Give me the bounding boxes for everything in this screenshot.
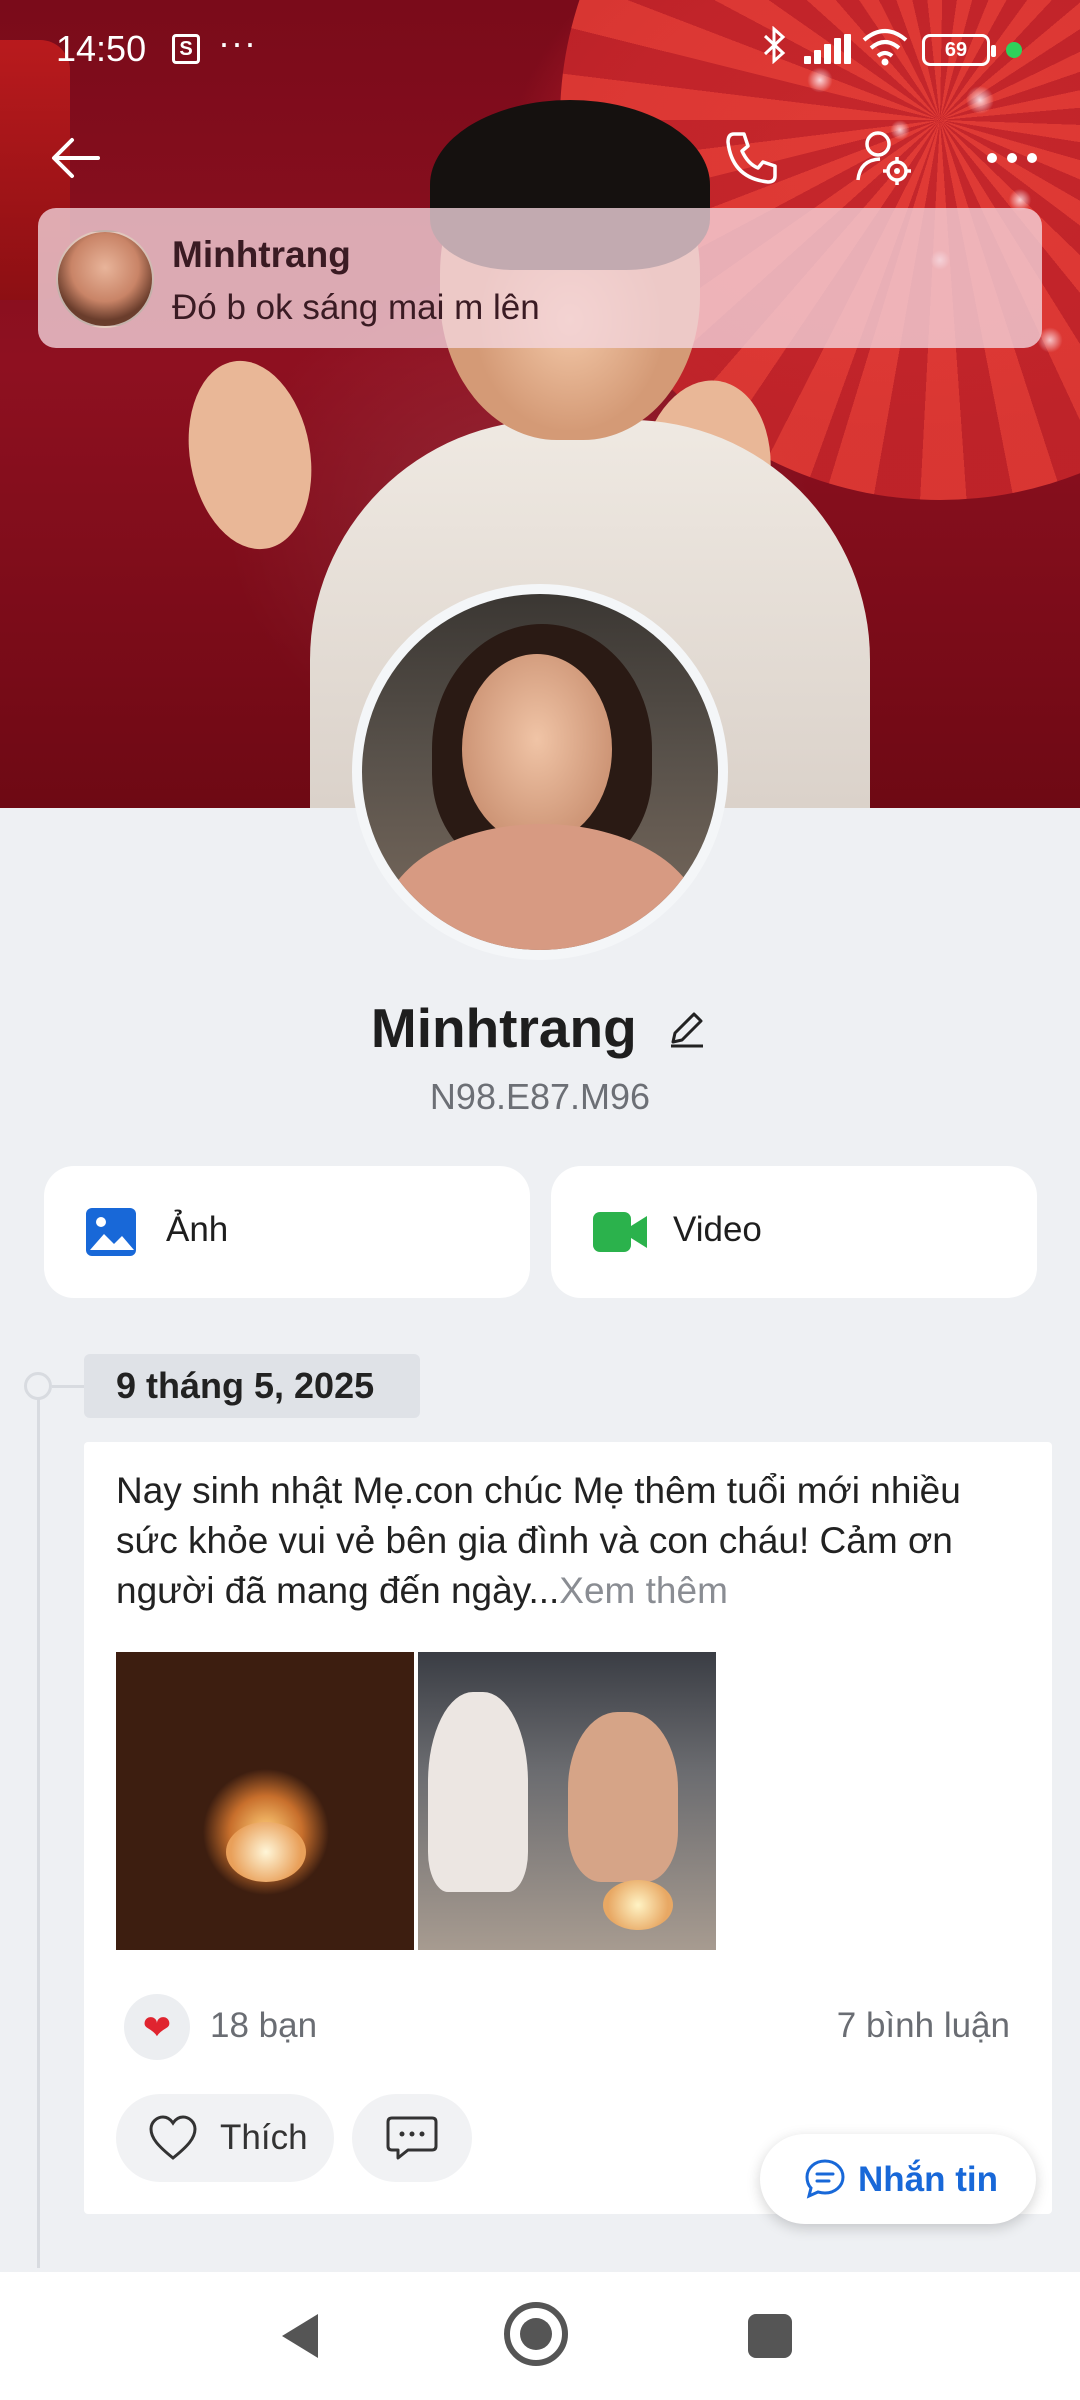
profile-avatar[interactable] — [352, 584, 728, 960]
videos-label: Video — [673, 1210, 762, 1249]
send-message-label: Nhắn tin — [858, 2160, 998, 2199]
more-notifications-icon: ··· — [218, 22, 257, 63]
profile-name: Minhtrang — [370, 997, 637, 1059]
birthday-cake — [226, 1822, 306, 1882]
photo-person-kid — [568, 1712, 678, 1882]
see-more-link[interactable]: Xem thêm — [559, 1570, 728, 1611]
post-photo-2[interactable] — [418, 1652, 716, 1950]
notification-message: Đó b ok sáng mai m lên — [172, 288, 540, 327]
post-stats-row: ❤ 18 bạn 7 bình luận — [84, 1990, 1052, 2062]
active-dot-icon — [1006, 42, 1022, 58]
nav-back-icon[interactable] — [278, 2310, 322, 2362]
image-icon — [84, 1206, 138, 1258]
avatar-shirt — [382, 824, 702, 950]
comment-count[interactable]: 7 bình luận — [837, 2006, 1010, 2046]
heart-reaction-icon[interactable]: ❤ — [124, 1994, 190, 2060]
nav-home-icon[interactable] — [504, 2302, 568, 2366]
comment-button[interactable] — [352, 2094, 472, 2182]
back-arrow-icon[interactable] — [44, 126, 108, 190]
birthday-cake — [603, 1880, 673, 1930]
post-card: Nay sinh nhật Mẹ.con chúc Mẹ thêm tuổi m… — [84, 1442, 1052, 2214]
cover-hand-left — [174, 351, 326, 559]
post-date: 9 tháng 5, 2025 — [84, 1354, 420, 1418]
signal-icon — [804, 34, 851, 64]
video-camera-icon — [591, 1206, 647, 1258]
notification-sender: Minhtrang — [172, 234, 351, 275]
timeline-dot — [24, 1372, 52, 1400]
timeline-connector — [52, 1385, 84, 1388]
bluetooth-icon — [762, 25, 788, 73]
profile-handle: N98.E87.M96 — [429, 1076, 651, 1117]
reaction-count[interactable]: 18 bạn — [210, 2006, 317, 2046]
post-text[interactable]: Nay sinh nhật Mẹ.con chúc Mẹ thêm tuổi m… — [116, 1466, 1026, 1616]
photo-person-woman — [428, 1692, 528, 1892]
edit-pencil-icon[interactable] — [665, 1006, 709, 1050]
send-message-button[interactable]: Nhắn tin — [760, 2134, 1036, 2224]
avatar-face — [462, 654, 612, 844]
status-time: 14:50 — [56, 28, 147, 69]
photos-label: Ảnh — [166, 1210, 229, 1249]
phone-call-icon[interactable] — [718, 126, 782, 190]
user-settings-icon[interactable] — [852, 126, 916, 190]
timeline-line — [37, 1388, 40, 2268]
like-button[interactable]: Thích — [116, 2094, 334, 2182]
nav-recents-icon[interactable] — [748, 2314, 792, 2358]
post-body: Nay sinh nhật Mẹ.con chúc Mẹ thêm tuổi m… — [116, 1470, 961, 1611]
shopee-bag-icon: S — [172, 34, 200, 64]
like-label: Thích — [220, 2118, 308, 2157]
photos-button[interactable]: Ảnh — [44, 1166, 530, 1298]
system-navigation-bar — [0, 2272, 1080, 2400]
notification-avatar — [56, 230, 154, 328]
post-photo-1[interactable] — [116, 1652, 414, 1950]
battery-icon: 69 — [922, 34, 996, 66]
chat-bubble-icon — [804, 2158, 846, 2200]
videos-button[interactable]: Video — [551, 1166, 1037, 1298]
more-dots-icon[interactable] — [980, 126, 1044, 190]
message-notification-banner[interactable]: Minhtrang Đó b ok sáng mai m lên — [38, 208, 1042, 348]
heart-outline-icon — [148, 2114, 198, 2162]
comment-bubble-icon — [386, 2114, 438, 2162]
wifi-icon — [862, 28, 908, 66]
status-bar: 14:50 S ··· 69 — [0, 0, 1080, 100]
profile-name-row: Minhtrang — [0, 996, 1080, 1066]
